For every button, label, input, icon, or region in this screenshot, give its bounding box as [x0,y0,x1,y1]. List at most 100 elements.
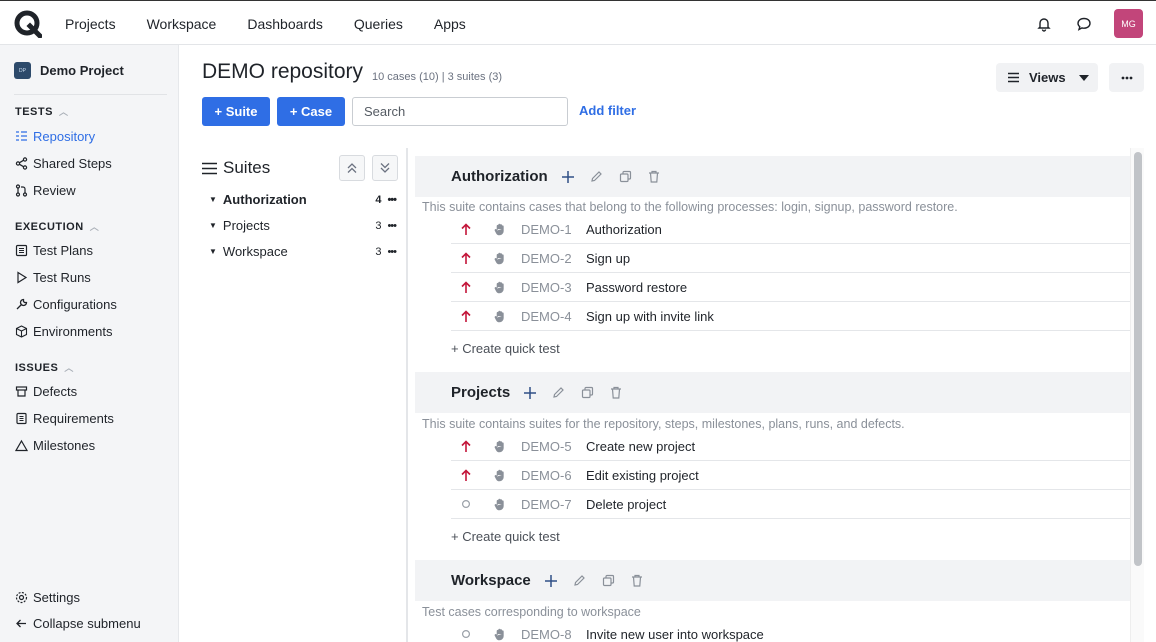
copy-icon[interactable] [581,386,594,399]
bell-icon[interactable] [1034,14,1054,34]
caret-down-icon[interactable]: ▼ [209,247,217,256]
chat-icon[interactable] [1074,14,1094,34]
page-subtitle: 10 cases (10) | 3 suites (3) [372,71,503,83]
views-button[interactable]: Views [996,63,1098,92]
nav-dashboards[interactable]: Dashboards [247,16,323,32]
tests-section-header[interactable]: TESTS ︿ [15,105,68,118]
case-title[interactable]: Edit existing project [586,468,699,483]
create-quick-test-link[interactable]: + Create quick test [451,529,560,544]
suite-count: 3 [375,245,382,258]
execution-section-header[interactable]: EXECUTION ︿ [15,220,99,233]
copy-icon[interactable] [619,170,632,183]
trash-icon[interactable] [631,574,643,587]
milestone-icon [15,439,28,452]
top-bar: Projects Workspace Dashboards Queries Ap… [0,0,1156,45]
more-icon[interactable]: ••• [387,246,397,258]
panel-splitter[interactable] [406,148,408,642]
copy-icon[interactable] [602,574,615,587]
case-id: DEMO-4 [521,308,572,324]
case-title[interactable]: Create new project [586,439,695,454]
tree-item-authorization[interactable]: ▼ Authorization 4 ••• [209,192,397,207]
nav-queries[interactable]: Queries [354,16,403,32]
sidebar-item-environments[interactable]: Environments [15,324,112,339]
case-row[interactable]: DEMO-3 Password restore [451,273,1130,302]
nav-projects[interactable]: Projects [65,16,116,32]
sidebar-item-review[interactable]: Review [15,183,76,198]
chevron-up-icon: ︿ [58,107,69,117]
user-avatar[interactable]: MG [1114,9,1143,38]
play-icon [17,271,28,284]
case-row[interactable]: DEMO-7 Delete project [451,490,1130,519]
case-title[interactable]: Delete project [586,497,666,512]
scrollbar[interactable] [1130,148,1144,642]
collapse-submenu-button[interactable]: Collapse submenu [15,616,141,631]
suite-count: 3 [375,219,382,232]
case-row[interactable]: DEMO-8 Invite new user into workspace [451,620,1130,642]
repository-icon [16,131,27,141]
expand-all-button[interactable] [372,155,398,181]
add-suite-button[interactable]: + Suite [202,97,270,126]
case-title[interactable]: Sign up with invite link [586,309,714,324]
arrow-left-icon [16,619,26,628]
case-id: DEMO-7 [521,496,572,512]
pencil-icon[interactable] [590,170,603,183]
issues-section-header[interactable]: ISSUES ︿ [15,361,74,374]
more-options-button[interactable] [1109,63,1144,92]
sidebar-item-milestones[interactable]: Milestones [15,438,95,453]
caret-down-icon[interactable]: ▼ [209,221,217,230]
priority-none-icon [451,499,481,509]
more-icon[interactable]: ••• [387,194,397,206]
tree-item-workspace[interactable]: ▼ Workspace 3 ••• [209,244,397,259]
sidebar-item-settings[interactable]: Settings [15,590,80,605]
sidebar-item-repository[interactable]: Repository [15,129,95,144]
sidebar-item-shared-steps[interactable]: Shared Steps [15,156,112,171]
case-id: DEMO-5 [521,438,572,454]
tree-item-projects[interactable]: ▼ Projects 3 ••• [209,218,397,233]
nav-apps[interactable]: Apps [434,16,466,32]
collapse-all-button[interactable] [339,155,365,181]
pencil-icon[interactable] [573,574,586,587]
cases-list: Authorization This suite contains cases … [415,156,1130,642]
case-title[interactable]: Invite new user into workspace [586,627,764,642]
wrench-icon [16,298,28,310]
case-title[interactable]: Authorization [586,222,662,237]
suite-count: 4 [375,193,382,206]
create-quick-test-link[interactable]: + Create quick test [451,341,560,356]
pencil-icon[interactable] [552,386,565,399]
search-input[interactable] [352,97,568,126]
case-title[interactable]: Password restore [586,280,687,295]
qase-logo[interactable] [14,10,42,38]
scrollbar-thumb[interactable] [1134,152,1142,566]
plus-icon[interactable] [524,386,537,399]
project-selector[interactable]: DP Demo Project [14,62,124,79]
case-row[interactable]: DEMO-6 Edit existing project [451,461,1130,490]
cube-icon [15,325,28,338]
add-filter-link[interactable]: Add filter [579,103,636,118]
project-badge: DP [14,62,31,79]
case-row[interactable]: DEMO-5 Create new project [451,432,1130,461]
suite-header-workspace: Workspace [415,560,1130,601]
sidebar-item-test-runs[interactable]: Test Runs [15,270,91,285]
case-title[interactable]: Sign up [586,251,630,266]
case-id: DEMO-3 [521,279,572,295]
sidebar: DP Demo Project TESTS ︿ Repository Shared… [0,45,179,642]
hand-icon [485,223,515,236]
caret-down-icon[interactable]: ▼ [209,195,217,204]
trash-icon[interactable] [610,386,622,399]
case-row[interactable]: DEMO-1 Authorization [451,215,1130,244]
sidebar-item-test-plans[interactable]: Test Plans [15,243,93,258]
nav-workspace[interactable]: Workspace [147,16,217,32]
plus-icon[interactable] [544,574,557,587]
add-case-button[interactable]: + Case [277,97,345,126]
case-id: DEMO-1 [521,221,572,237]
divider [14,94,167,95]
sidebar-item-configurations[interactable]: Configurations [15,297,117,312]
case-row[interactable]: DEMO-2 Sign up [451,244,1130,273]
case-row[interactable]: DEMO-4 Sign up with invite link [451,302,1130,331]
more-icon[interactable]: ••• [387,220,397,232]
main-nav: Projects Workspace Dashboards Queries Ap… [65,1,497,46]
plus-icon[interactable] [561,170,574,183]
sidebar-item-defects[interactable]: Defects [15,384,77,399]
sidebar-item-requirements[interactable]: Requirements [15,411,114,426]
trash-icon[interactable] [648,170,660,183]
